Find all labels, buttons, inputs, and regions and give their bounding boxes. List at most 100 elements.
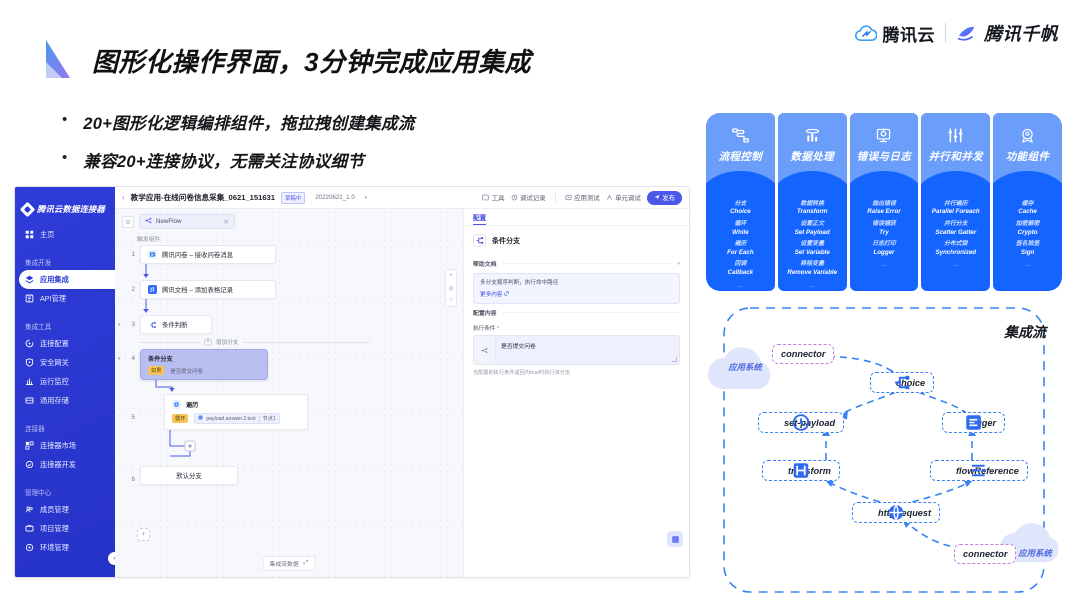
execute-condition-field[interactable]: 是否提交问卷 (473, 335, 680, 366)
flow-node-branch[interactable]: 条件分支 如果 是否提交问卷 (140, 349, 268, 380)
collapse-caret-icon[interactable]: ▾ (118, 322, 121, 328)
flow-tab-label: NewFlow (156, 218, 182, 225)
card-header: 流程控制 (706, 113, 775, 199)
sidebar-item-label: 主页 (40, 229, 55, 239)
sidebar-item-connector-dev[interactable]: 连接器开发 (15, 455, 115, 474)
market-icon (25, 441, 34, 450)
loop-expression-tag: 节点1 (262, 416, 276, 422)
toolbar-action-label: 工具 (491, 195, 505, 202)
diagram-node-flow-reference[interactable]: flowReference (930, 460, 1028, 481)
sidebar-item-label: API管理 (40, 293, 66, 303)
config-help-section[interactable]: 帮助文档 ▾ (464, 259, 689, 269)
flow-node-loop[interactable]: 遍历 循环 payload.answer.2.text 节点1 (164, 394, 308, 430)
toolbar-action-tools[interactable]: 工具 (482, 193, 505, 202)
item-cn: 签名验签 (1015, 241, 1040, 248)
error-log-icon (850, 124, 919, 146)
card-item: 设置变量 Set Variable (780, 241, 845, 256)
plus-icon[interactable]: + (204, 338, 212, 346)
sidebar-item-label: 安全网关 (40, 357, 69, 367)
zoom-in-icon[interactable]: + (446, 270, 456, 282)
add-branch-row[interactable]: + 增加分支 (140, 338, 370, 346)
category-card-data-process: 数据处理 数据转换 Transform 设置正文 Set Payload 设置变… (777, 113, 847, 291)
add-node-button[interactable]: + (137, 528, 150, 541)
card-item: 并行遍历 Parallel Foreach (923, 201, 988, 216)
flow-node-list: 1 腾讯问卷 – 接收问卷消息 2 腾讯文档 – 添加表格记录 ▾ 3 条件判断… (115, 245, 463, 485)
flow-connector-1 (143, 264, 149, 278)
status-badge: 草稿中 (281, 191, 306, 204)
sidebar-item-label: 连接器开发 (40, 459, 76, 469)
sidebar-item-connect-config[interactable]: 连接配置 (15, 334, 115, 353)
help-more-link[interactable]: 更多内容 (480, 290, 673, 298)
card-title: 错误与日志 (856, 151, 912, 163)
config-help-box: 多分支顺序判断，执行命中路径 更多内容 (473, 273, 680, 305)
diagram-node-connector-top[interactable]: connector (772, 344, 835, 364)
card-item-list: 数据转换 Transform 设置正文 Set Payload 设置变量 Set… (778, 185, 847, 291)
loop-expression-pill[interactable]: payload.answer.2.text 节点1 (194, 413, 280, 424)
flow-node-condition[interactable]: 条件判断 (140, 315, 212, 334)
canvas-footer[interactable]: 集成流数据 ⤢ (262, 556, 316, 571)
sidebar-item-project[interactable]: 项目管理 (15, 519, 115, 538)
card-title: 功能组件 (1005, 151, 1050, 163)
close-icon[interactable]: ✕ (224, 218, 229, 226)
help-text: 多分支顺序判断，执行命中路径 (480, 280, 559, 286)
back-button[interactable]: ‹ (122, 193, 125, 202)
chevron-down-icon[interactable]: ▾ (677, 261, 680, 267)
sidebar-item-security-gateway[interactable]: 安全网关 (15, 353, 115, 372)
sidebar-item-home[interactable]: 主页 (15, 225, 115, 244)
canvas-zoom-tools[interactable]: + ◎ ○ (445, 269, 457, 307)
flow-reference-icon (939, 464, 986, 477)
flow-menu-button[interactable] (122, 215, 134, 228)
config-tab-bar: 配置 (464, 209, 689, 226)
item-cn: 并行分支 (944, 221, 968, 228)
row-number: 6 (131, 476, 135, 483)
diagram-node-transform[interactable]: transform (762, 460, 840, 481)
card-title: 并行和并发 (928, 151, 984, 163)
sidebar-item-environment[interactable]: 环境管理 (15, 538, 115, 557)
version-select[interactable]: 20220621_1.0 ▾ (311, 192, 371, 203)
flow-node-default-branch[interactable]: 默认分支 (140, 466, 238, 485)
sidebar-item-api[interactable]: API管理 (15, 289, 115, 308)
external-link-icon (504, 291, 509, 298)
sidebar-item-storage[interactable]: 通用存储 (15, 391, 115, 410)
sidebar-logo: 腾讯云数据连接器 (15, 195, 115, 217)
flow-row: 6 默认分支 (131, 466, 456, 485)
sidebar-item-app-integration[interactable]: 应用集成 (19, 270, 115, 289)
expand-icon[interactable]: ⤢ (304, 560, 309, 567)
publish-button[interactable]: 发布 (646, 190, 682, 205)
sidebar-item-connector-market[interactable]: 连接器市场 (15, 436, 115, 455)
expression-mode-icon[interactable] (474, 336, 496, 365)
fit-view-icon[interactable]: ◎ (446, 282, 456, 294)
page-title: 图形化操作界面，3分钟完成应用集成 (92, 46, 531, 77)
help-fab-button[interactable] (667, 531, 683, 547)
toolbar-action-app-test[interactable]: 应用测试 (565, 193, 600, 202)
condition-branch-icon (473, 234, 486, 247)
environment-icon (25, 543, 34, 552)
item-cn: 分布式锁 (944, 241, 968, 248)
content-section-label: 配置内容 (473, 311, 497, 318)
flow-node-doc[interactable]: 腾讯文档 – 添加表格记录 (140, 280, 276, 299)
flow-node-trigger[interactable]: 腾讯问卷 – 接收问卷消息 (140, 245, 276, 264)
card-item: 日志打印 Logger (852, 241, 917, 256)
collapse-caret-icon[interactable]: ▾ (118, 356, 121, 362)
execute-condition-input[interactable]: 是否提交问卷 (496, 336, 679, 365)
item-en: Logger (873, 248, 895, 256)
bullet-text: 兼容20+连接协议，无需关注协议细节 (83, 153, 365, 171)
sidebar-item-members[interactable]: 成员管理 (15, 500, 115, 519)
diagram-node-connector-bottom[interactable]: connector (954, 544, 1017, 564)
toolbar-action-debug-log[interactable]: 调试记录 (511, 193, 546, 202)
tab-config[interactable]: 配置 (473, 212, 487, 225)
diagram-node-set-payload[interactable]: set-payload (758, 412, 845, 433)
sidebar-item-label: 环境管理 (40, 542, 69, 552)
connector-label: connector (781, 349, 826, 359)
flow-canvas[interactable]: NewFlow ✕ 触发组件 1 腾讯问卷 – 接收问卷消息 2 腾讯文档 – … (115, 209, 463, 577)
diagram-node-choice[interactable]: choice (870, 372, 935, 393)
sidebar-item-monitor[interactable]: 运行监控 (15, 372, 115, 391)
required-marker: * (496, 326, 500, 333)
reset-view-icon[interactable]: ○ (446, 294, 456, 306)
flow-tab[interactable]: NewFlow ✕ (139, 214, 235, 229)
diagram-node-logger[interactable]: logger (942, 412, 1006, 433)
item-en: Sign (1020, 248, 1035, 256)
toolbar-action-unit-test[interactable]: 单元调试 (606, 193, 641, 202)
diagram-node-http-request[interactable]: http request (852, 502, 941, 523)
connector-label: connector (963, 549, 1008, 559)
